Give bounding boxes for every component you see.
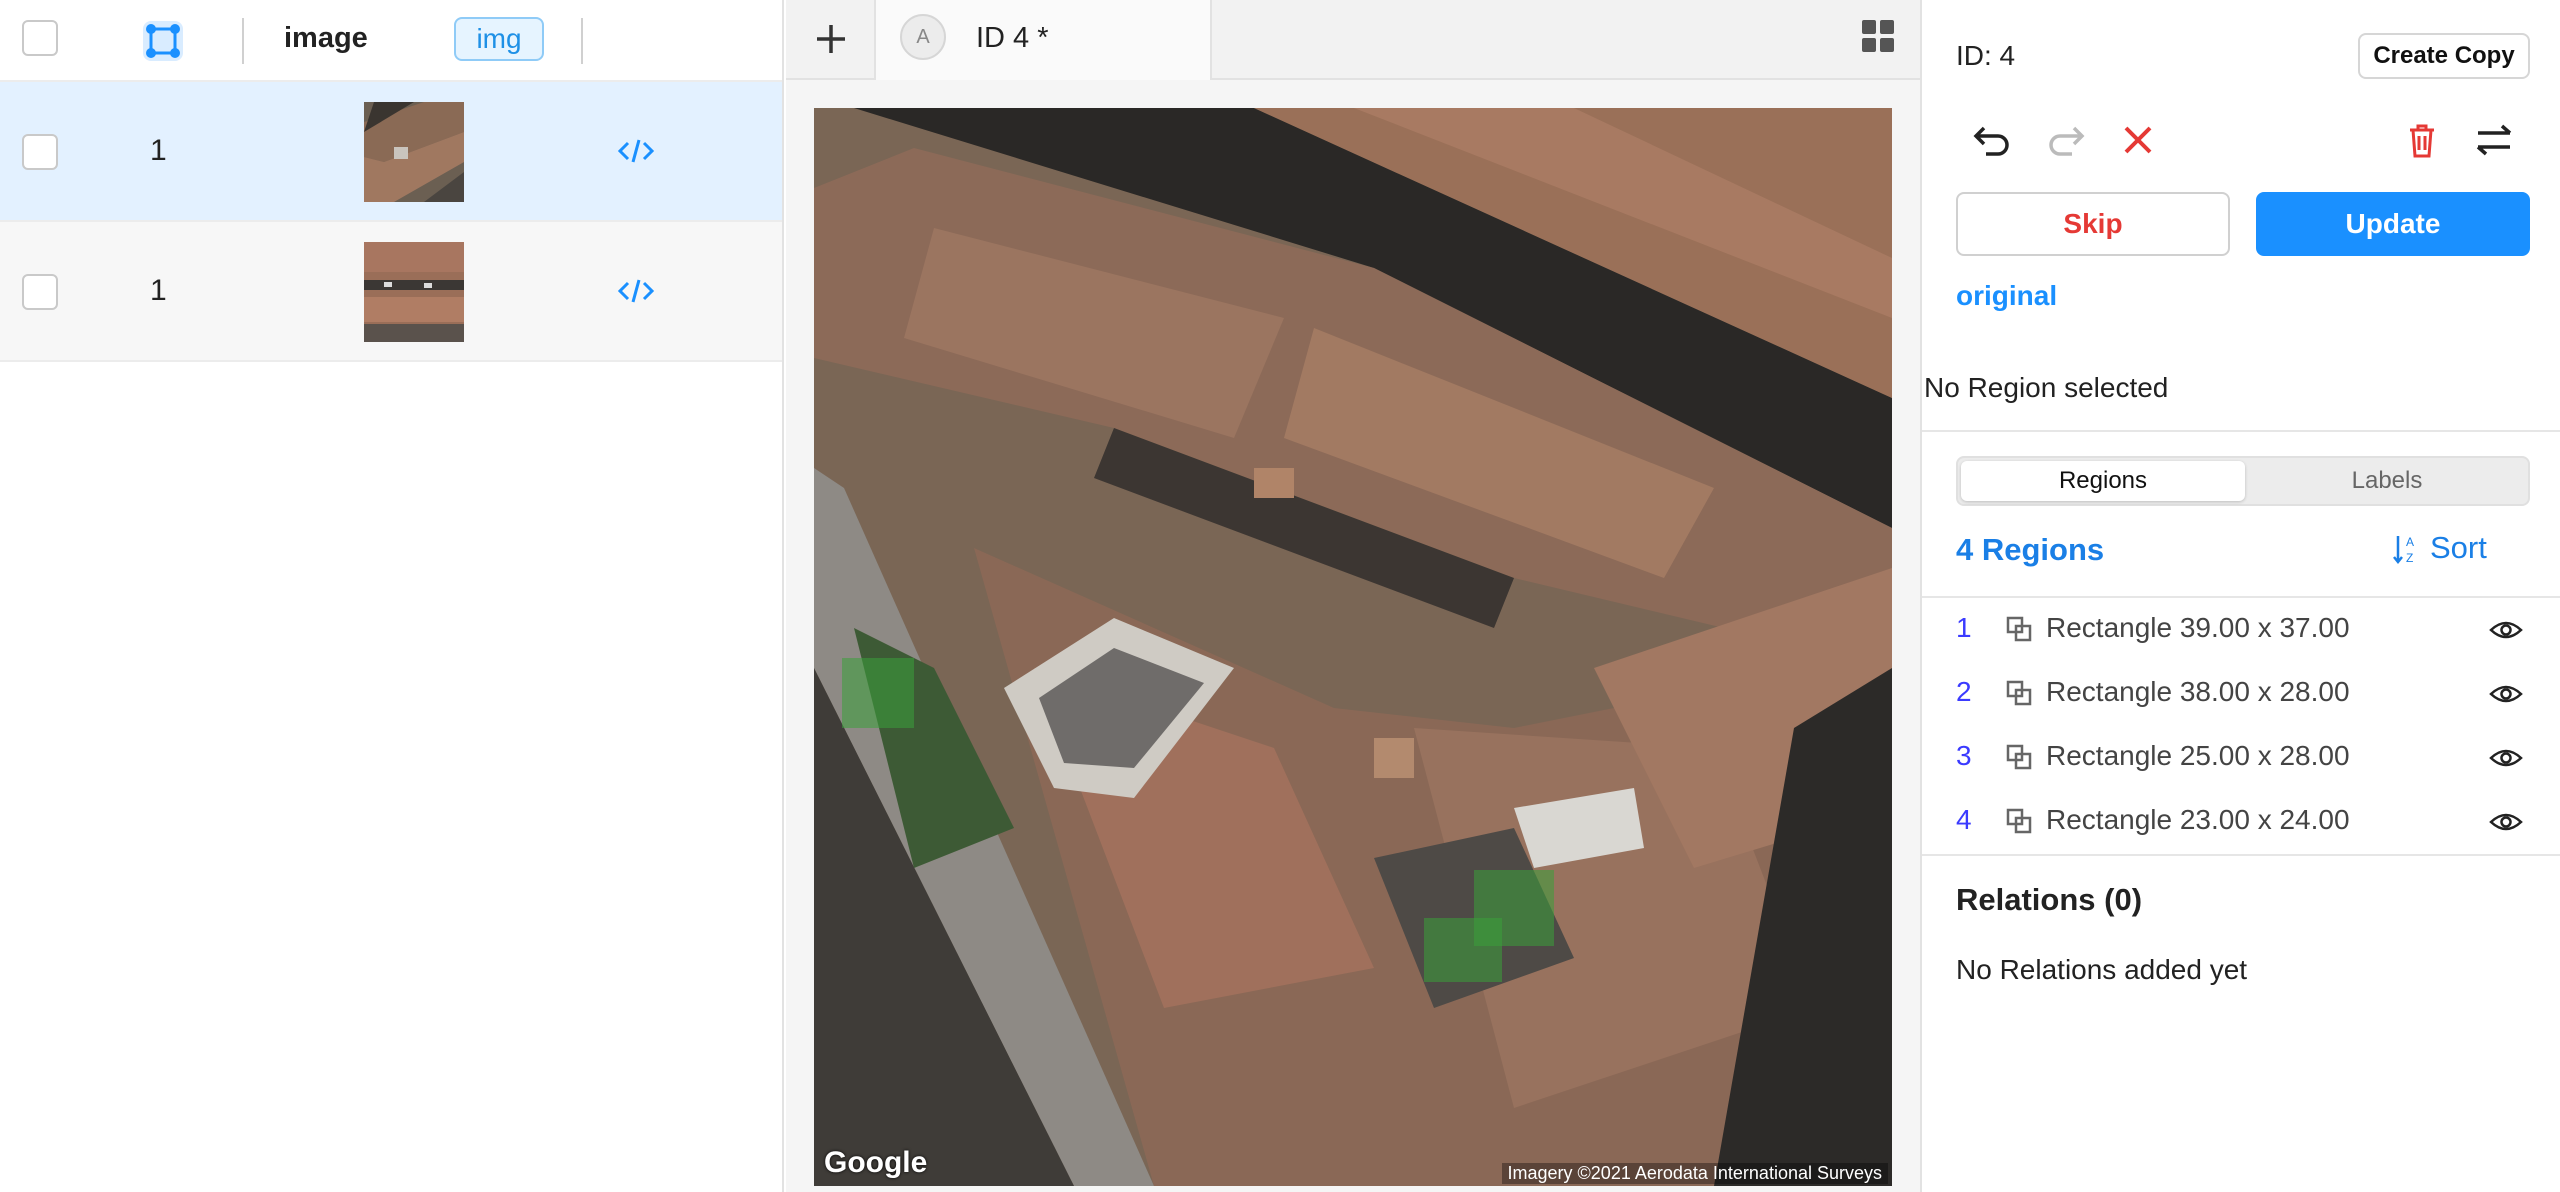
redo-icon[interactable] (2044, 118, 2088, 162)
undo-icon[interactable] (1970, 118, 2014, 162)
delete-icon[interactable] (2400, 118, 2444, 162)
settings-sliders-icon[interactable] (2472, 118, 2516, 162)
eye-icon[interactable] (2488, 680, 2524, 708)
list-header: image img (0, 0, 782, 82)
rectangle-icon (2004, 614, 2034, 644)
tab-id-4[interactable]: A ID 4 * (874, 0, 1212, 80)
google-logo: Google (824, 1146, 928, 1179)
satellite-image-canvas[interactable]: Google Imagery ©2021 Aerodata Internatio… (814, 108, 1892, 1186)
image-column-header[interactable]: image (284, 22, 368, 55)
annotation-region-3 (1424, 918, 1502, 982)
region-index: 1 (1956, 612, 1972, 643)
tab-labels[interactable]: Labels (2245, 461, 2529, 501)
region-label: Rectangle 25.00 x 28.00 (2046, 740, 2350, 771)
svg-text:Z: Z (2406, 551, 2413, 565)
row-number: 1 (150, 274, 167, 307)
row-number: 1 (150, 134, 167, 167)
header-divider (581, 18, 583, 64)
grid-view-icon[interactable] (1860, 18, 1896, 54)
region-item[interactable]: 2 Rectangle 38.00 x 28.00 (1922, 662, 2560, 726)
rectangle-icon (2004, 806, 2034, 836)
code-icon[interactable] (615, 130, 657, 172)
skip-button[interactable]: Skip (1956, 192, 2230, 256)
reset-icon[interactable] (2116, 118, 2160, 162)
add-tab-icon[interactable] (808, 16, 854, 62)
region-label: Rectangle 23.00 x 24.00 (2046, 804, 2350, 835)
tab-bar: A ID 4 * (786, 0, 1920, 80)
tab-regions[interactable]: Regions (1961, 461, 2245, 501)
task-list-panel: image img 1 1 (0, 0, 784, 1192)
relations-empty-text: No Relations added yet (1956, 954, 2248, 985)
no-region-selected-text: No Region selected (1924, 372, 2169, 403)
divider (1922, 854, 2560, 856)
region-item[interactable]: 4 Rectangle 23.00 x 24.00 (1922, 790, 2560, 854)
regions-labels-toggle: Regions Labels (1956, 456, 2530, 506)
labeling-area: A ID 4 * Google Imagery ©2021 Aerodata I… (786, 0, 1920, 1192)
region-label: Rectangle 39.00 x 37.00 (2046, 612, 2350, 643)
aerial-image (814, 108, 1892, 1186)
region-index: 3 (1956, 740, 1972, 771)
regions-count: 4 Regions (1956, 532, 2105, 567)
eye-icon[interactable] (2488, 744, 2524, 772)
region-index: 2 (1956, 676, 1972, 707)
region-label: Rectangle 38.00 x 28.00 (2046, 676, 2350, 707)
image-thumbnail[interactable] (364, 242, 464, 342)
tab-title: ID 4 * (976, 22, 1049, 54)
header-divider (242, 18, 244, 64)
map-attribution: Imagery ©2021 Aerodata International Sur… (1501, 1163, 1888, 1184)
row-checkbox[interactable] (22, 274, 58, 310)
row-checkbox[interactable] (22, 134, 58, 170)
relations-title: Relations (0) (1956, 882, 2143, 917)
divider (1922, 430, 2560, 432)
img-tag[interactable]: img (454, 17, 544, 61)
avatar: A (900, 14, 946, 60)
original-link[interactable]: original (1956, 280, 2057, 312)
region-item[interactable]: 3 Rectangle 25.00 x 28.00 (1922, 726, 2560, 790)
code-icon[interactable] (615, 270, 657, 312)
sort-button[interactable]: Sort (2430, 530, 2487, 566)
create-copy-button[interactable]: Create Copy (2358, 33, 2530, 79)
sort-icon[interactable]: AZ (2392, 532, 2424, 566)
table-row[interactable]: 1 (0, 222, 782, 362)
update-button[interactable]: Update (2256, 192, 2530, 256)
rectangle-icon (2004, 678, 2034, 708)
rectangle-icon (2004, 742, 2034, 772)
select-all-checkbox[interactable] (22, 20, 58, 56)
annotation-region-1 (842, 658, 914, 728)
task-id: ID: 4 (1956, 40, 2016, 71)
columns-icon[interactable] (143, 21, 183, 61)
region-index: 4 (1956, 804, 1972, 835)
eye-icon[interactable] (2488, 616, 2524, 644)
region-item[interactable]: 1 Rectangle 39.00 x 37.00 (1922, 598, 2560, 662)
svg-text:A: A (2406, 535, 2414, 549)
annotation-sidebar: ID: 4 Create Copy Skip Update original N… (1920, 0, 2560, 1192)
table-row[interactable]: 1 (0, 82, 782, 222)
eye-icon[interactable] (2488, 808, 2524, 836)
image-thumbnail[interactable] (364, 102, 464, 202)
